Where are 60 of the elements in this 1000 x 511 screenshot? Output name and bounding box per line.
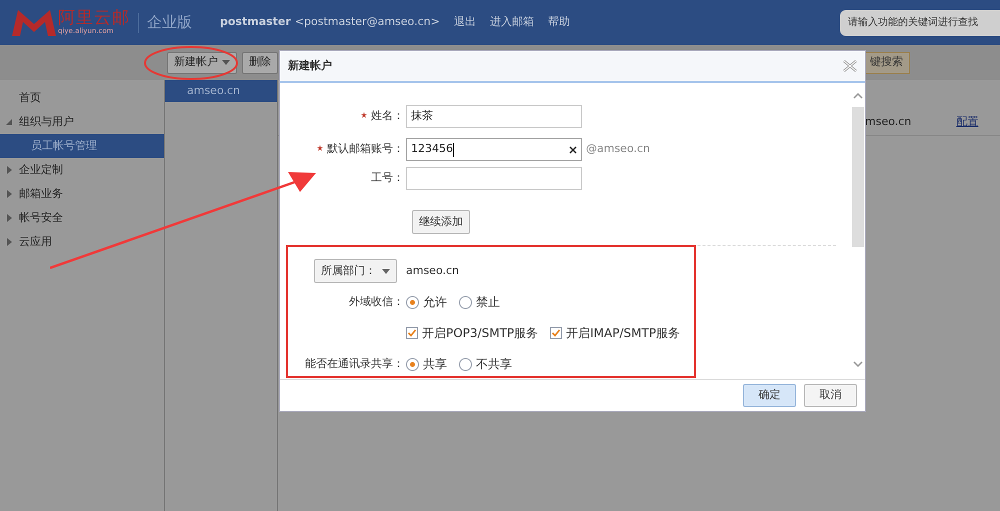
radio-button[interactable]: [459, 358, 472, 370]
collapsed-icon[interactable]: [6, 166, 13, 174]
user-email: <postmaster@amseo.cn>: [294, 14, 440, 30]
continue-add-button[interactable]: 继续添加: [412, 210, 470, 234]
input-field[interactable]: [406, 167, 582, 190]
radio-label: 允许: [423, 294, 447, 311]
domain-suffix: @amseo.cn: [586, 141, 650, 158]
config-link[interactable]: 配置: [956, 114, 978, 131]
logo-icon: [12, 10, 56, 36]
dialog-button[interactable]: 取消: [804, 384, 857, 407]
department-dropdown[interactable]: 所属部门：: [314, 259, 397, 283]
input-field[interactable]: 抹茶: [406, 105, 582, 128]
header-link[interactable]: 帮助: [548, 14, 570, 31]
checkbox[interactable]: [406, 327, 418, 339]
sidebar-item[interactable]: 云应用: [0, 230, 164, 254]
sidebar-item[interactable]: 邮箱业务: [0, 182, 164, 206]
scroll-up-icon[interactable]: [853, 93, 863, 99]
collapsed-icon[interactable]: [6, 214, 13, 222]
new-account-button[interactable]: 新建帐户: [167, 52, 237, 74]
header-link[interactable]: 退出: [454, 14, 476, 31]
collapsed-icon[interactable]: [6, 238, 13, 246]
field-label: 能否在通讯录共享：: [304, 356, 404, 372]
scroll-down-icon[interactable]: [853, 361, 863, 367]
expanded-icon[interactable]: [6, 118, 13, 126]
field-label: 工号：: [371, 170, 404, 186]
close-icon[interactable]: [843, 60, 857, 72]
radio-label: 禁止: [476, 294, 500, 311]
user-name: postmaster: [220, 14, 291, 30]
edition-label: 企业版: [147, 12, 192, 34]
clear-icon[interactable]: [569, 146, 577, 154]
sidebar-item[interactable]: 首页: [0, 86, 164, 110]
input-field[interactable]: 123456: [406, 138, 582, 161]
field-label: 默认邮箱账号：: [327, 141, 404, 158]
checkbox-label: 开启POP3/SMTP服务: [422, 325, 538, 342]
field-label: 姓名：: [371, 108, 404, 124]
sidebar-subitem[interactable]: 员工帐号管理: [0, 134, 164, 158]
search-field[interactable]: 请输入功能的关键词进行查找: [840, 10, 1000, 36]
collapsed-icon[interactable]: [6, 190, 13, 198]
sidebar-item[interactable]: 帐号安全: [0, 206, 164, 230]
field-label: 外域收信：: [348, 294, 404, 310]
radio-button[interactable]: [406, 296, 419, 308]
radio-label: 共享: [423, 356, 447, 373]
checkbox-label: 开启IMAP/SMTP服务: [566, 325, 680, 342]
sidebar-item[interactable]: 组织与用户: [0, 110, 164, 134]
radio-button[interactable]: [459, 296, 472, 308]
search-button[interactable]: 键搜索: [863, 52, 910, 74]
checkbox[interactable]: [550, 327, 562, 339]
dialog-button[interactable]: 确定: [743, 384, 796, 407]
dialog-title: 新建帐户: [288, 58, 332, 74]
department-value: amseo.cn: [406, 262, 460, 279]
caret-icon: [382, 268, 390, 274]
sidebar-item[interactable]: 企业定制: [0, 158, 164, 182]
table-cell-text: mseo.cn: [865, 114, 912, 130]
radio-button[interactable]: [406, 358, 419, 370]
logo-text: 阿里云邮: [58, 10, 130, 27]
radio-label: 不共享: [476, 356, 512, 373]
domain-item[interactable]: amseo.cn: [165, 80, 277, 102]
delete-button[interactable]: 删除: [242, 52, 278, 74]
header-link[interactable]: 进入邮箱: [490, 14, 534, 31]
caret-icon: [222, 60, 230, 65]
